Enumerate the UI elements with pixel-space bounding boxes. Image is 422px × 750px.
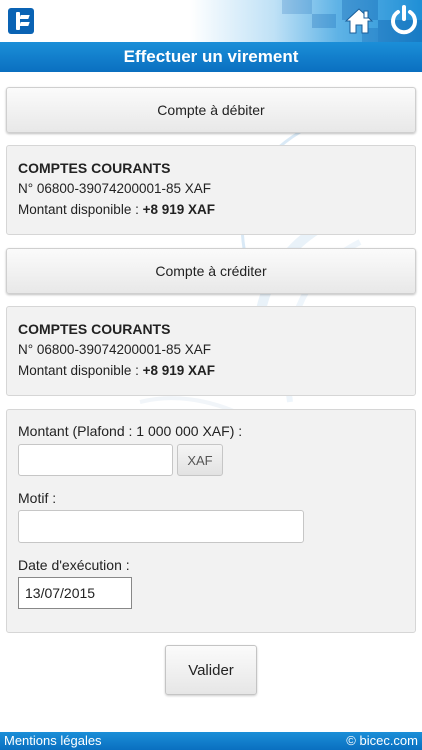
date-label: Date d'exécution : bbox=[18, 557, 130, 573]
debit-account-type: COMPTES COURANTS bbox=[18, 160, 171, 176]
submit-button[interactable]: Valider bbox=[165, 645, 257, 695]
debit-available-value: +8 919 XAF bbox=[142, 202, 216, 217]
transfer-form: Montant (Plafond : 1 000 000 XAF) : XAF … bbox=[6, 409, 416, 633]
power-icon[interactable] bbox=[388, 4, 420, 36]
legal-notice-link[interactable]: Mentions légales bbox=[4, 733, 102, 748]
copyright-text: © bicec.com bbox=[346, 733, 418, 748]
debit-account-number: N° 06800-39074200001-85 XAF bbox=[18, 181, 212, 196]
credit-account-type: COMPTES COURANTS bbox=[18, 321, 171, 337]
amount-label: Montant (Plafond : 1 000 000 XAF) : bbox=[18, 423, 243, 439]
execution-date-input[interactable]: 13/07/2015 bbox=[18, 577, 132, 609]
bicec-logo-icon[interactable] bbox=[8, 8, 34, 34]
amount-input[interactable] bbox=[18, 444, 173, 476]
execution-date-value: 13/07/2015 bbox=[25, 585, 96, 601]
page-title: Effectuer un virement bbox=[0, 42, 422, 72]
credit-account-panel[interactable]: COMPTES COURANTS N° 06800-39074200001-85… bbox=[6, 306, 416, 396]
home-icon[interactable] bbox=[344, 6, 374, 36]
credit-available-value: +8 919 XAF bbox=[142, 363, 216, 378]
motif-label: Motif : bbox=[18, 490, 57, 506]
credit-account-button[interactable]: Compte à créditer bbox=[6, 248, 416, 294]
credit-account-number: N° 06800-39074200001-85 XAF bbox=[18, 342, 212, 357]
credit-available-amount: Montant disponible : +8 919 XAF bbox=[18, 360, 404, 381]
currency-badge: XAF bbox=[177, 444, 223, 476]
motif-input[interactable] bbox=[18, 510, 304, 543]
debit-account-panel[interactable]: COMPTES COURANTS N° 06800-39074200001-85… bbox=[6, 145, 416, 235]
debit-available-amount: Montant disponible : +8 919 XAF bbox=[18, 199, 404, 220]
debit-account-button[interactable]: Compte à débiter bbox=[6, 87, 416, 133]
debit-available-label: Montant disponible : bbox=[18, 202, 143, 217]
app-header bbox=[0, 0, 422, 42]
footer: Mentions légales © bicec.com bbox=[0, 732, 422, 750]
credit-available-label: Montant disponible : bbox=[18, 363, 143, 378]
